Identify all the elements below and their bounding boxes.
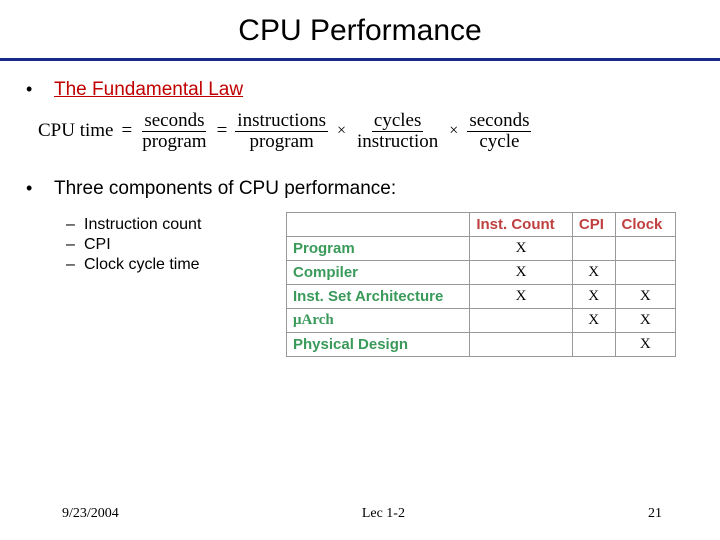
sub-item: – Instruction count <box>66 216 286 234</box>
eq-den: program <box>247 132 315 152</box>
col-inst-count: Inst. Count <box>470 212 573 236</box>
slide-footer: 9/23/2004 Lec 1-2 21 <box>0 506 720 522</box>
cell <box>572 332 615 356</box>
eq-frac-3: cycles instruction <box>355 111 440 152</box>
eq-den: cycle <box>477 132 521 152</box>
row-label: Inst. Set Architecture <box>287 284 470 308</box>
col-cpi: CPI <box>572 212 615 236</box>
bullet-text: Three components of CPU performance: <box>54 178 396 200</box>
cell: X <box>615 308 675 332</box>
table-header-row: Inst. Count CPI Clock <box>287 212 676 236</box>
bullet-three-components: • Three components of CPU performance: <box>26 178 694 200</box>
dash: – <box>66 256 84 274</box>
eq-frac-2: instructions program <box>235 111 328 152</box>
sub-label: Instruction count <box>84 216 201 234</box>
eq-num: seconds <box>467 111 531 132</box>
sub-label: CPI <box>84 236 111 254</box>
row-label: Program <box>287 236 470 260</box>
eq-equals: = <box>121 120 132 142</box>
cell: X <box>572 260 615 284</box>
eq-lhs: CPU time <box>38 120 113 142</box>
eq-frac-4: seconds cycle <box>467 111 531 152</box>
eq-equals: = <box>217 120 228 142</box>
cpu-time-equation: CPU time = seconds program = instruction… <box>38 111 694 152</box>
footer-page: 21 <box>648 506 662 522</box>
performance-table-wrap: Inst. Count CPI Clock Program X Compiler… <box>286 212 694 357</box>
footer-date: 9/23/2004 <box>62 506 119 522</box>
sub-item: – Clock cycle time <box>66 256 286 274</box>
table-corner <box>287 212 470 236</box>
eq-num: seconds <box>142 111 206 132</box>
eq-num: instructions <box>235 111 328 132</box>
table-row: Physical Design X <box>287 332 676 356</box>
sub-label: Clock cycle time <box>84 256 200 274</box>
cell: X <box>615 332 675 356</box>
table-row: Compiler X X <box>287 260 676 284</box>
cell: X <box>615 284 675 308</box>
bullet-text: The Fundamental Law <box>54 79 243 101</box>
col-clock: Clock <box>615 212 675 236</box>
bullet-dot: • <box>26 79 54 100</box>
slide-body: • The Fundamental Law CPU time = seconds… <box>0 79 720 357</box>
row-label: μArch <box>287 308 470 332</box>
slide-title: CPU Performance <box>0 0 720 58</box>
cell: X <box>470 260 573 284</box>
cell <box>572 236 615 260</box>
eq-times: × <box>336 122 347 140</box>
cell: X <box>470 284 573 308</box>
bullet-fundamental-law: • The Fundamental Law <box>26 79 694 101</box>
cell: X <box>572 308 615 332</box>
bullet-dot: • <box>26 178 54 199</box>
table-row: μArch X X <box>287 308 676 332</box>
row-label: Physical Design <box>287 332 470 356</box>
cell: X <box>572 284 615 308</box>
performance-table: Inst. Count CPI Clock Program X Compiler… <box>286 212 676 357</box>
sub-bullet-list: – Instruction count – CPI – Clock cycle … <box>66 216 286 276</box>
eq-den: instruction <box>355 132 440 152</box>
eq-times: × <box>448 122 459 140</box>
cell <box>470 308 573 332</box>
title-rule <box>0 58 720 61</box>
dash: – <box>66 216 84 234</box>
eq-den: program <box>140 132 208 152</box>
cell <box>615 236 675 260</box>
cell <box>470 332 573 356</box>
table-row: Program X <box>287 236 676 260</box>
eq-frac-1: seconds program <box>140 111 208 152</box>
components-section: – Instruction count – CPI – Clock cycle … <box>26 210 694 357</box>
cell: X <box>470 236 573 260</box>
table-row: Inst. Set Architecture X X X <box>287 284 676 308</box>
dash: – <box>66 236 84 254</box>
sub-item: – CPI <box>66 236 286 254</box>
row-label: Compiler <box>287 260 470 284</box>
cell <box>615 260 675 284</box>
eq-num: cycles <box>372 111 423 132</box>
footer-center: Lec 1-2 <box>362 506 405 522</box>
